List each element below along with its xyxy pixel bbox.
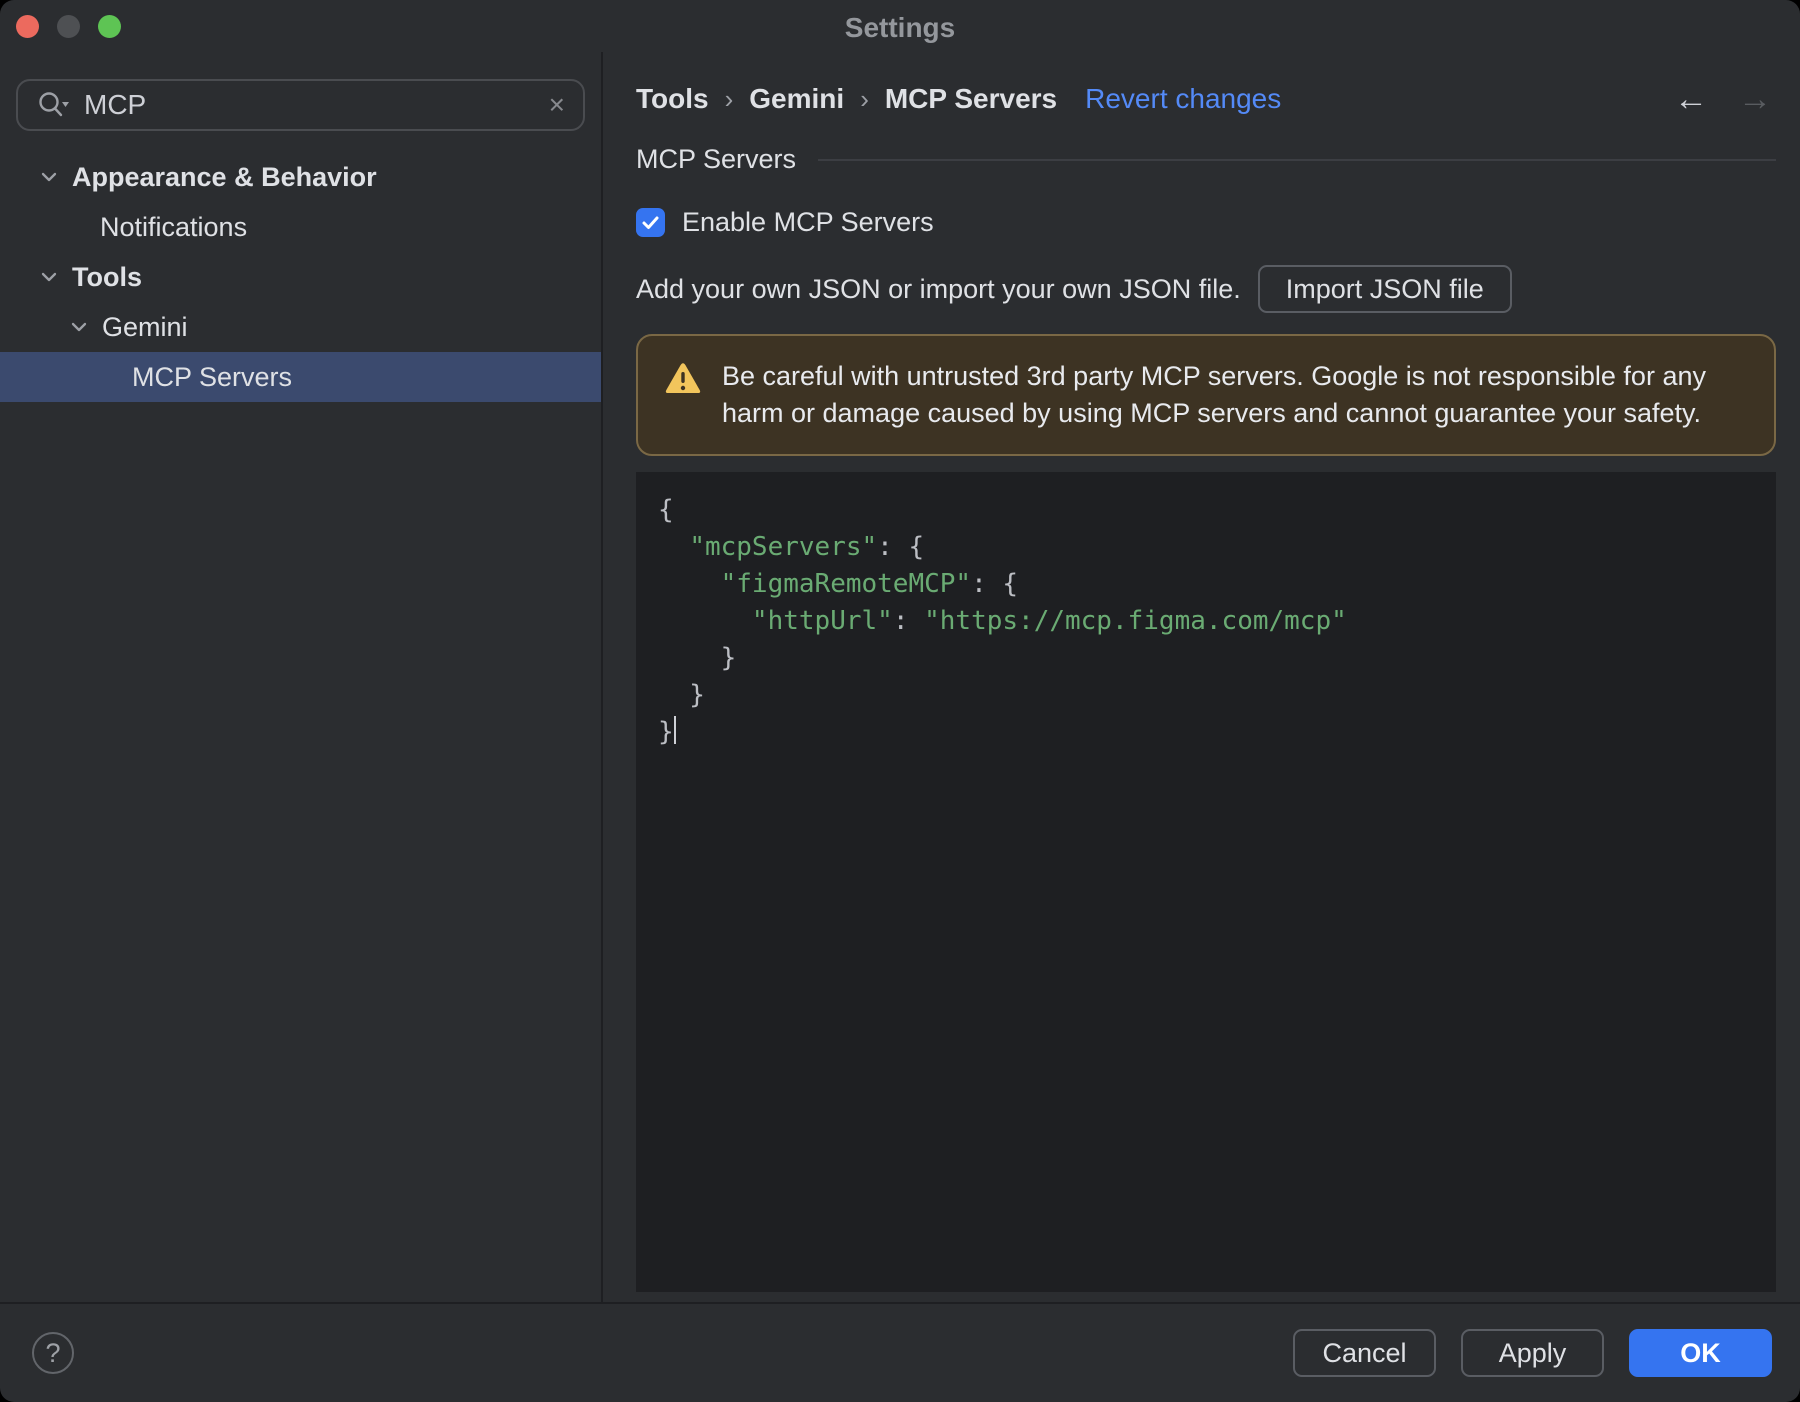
chevron-down-icon[interactable] [36, 164, 62, 190]
enable-mcp-row: Enable MCP Servers [636, 207, 1776, 238]
import-description: Add your own JSON or import your own JSO… [636, 273, 1241, 304]
history-nav: ← → [1674, 82, 1776, 116]
breadcrumb-separator: › [860, 83, 869, 114]
code-token: } [658, 717, 674, 747]
sidebar-item-notifications[interactable]: Notifications [0, 202, 601, 252]
settings-window: Settings × [0, 0, 1800, 1402]
forward-icon[interactable]: → [1738, 82, 1772, 116]
clear-search-icon[interactable]: × [549, 91, 565, 119]
warning-line-2: harm or damage caused by using MCP serve… [722, 398, 1702, 428]
code-token: : [877, 532, 909, 562]
sidebar-item-label: Tools [72, 261, 142, 292]
code-token: { [908, 532, 925, 562]
checkmark-icon [642, 216, 659, 229]
code-token: } [658, 680, 705, 710]
back-icon[interactable]: ← [1674, 82, 1708, 116]
text-cursor [673, 716, 676, 744]
chevron-down-icon[interactable] [36, 264, 62, 290]
warning-banner: Be careful with untrusted 3rd party MCP … [636, 334, 1776, 456]
sidebar-item-label: Notifications [100, 211, 248, 242]
sidebar-item-mcp-servers[interactable]: MCP Servers [0, 352, 601, 402]
sidebar-item-appearance-behavior[interactable]: Appearance & Behavior [0, 152, 601, 202]
code-token: "https://mcp.figma.com/mcp" [924, 606, 1347, 636]
search-input[interactable] [84, 89, 549, 121]
warning-text: Be careful with untrusted 3rd party MCP … [722, 358, 1706, 432]
apply-button[interactable]: Apply [1461, 1329, 1604, 1377]
code-token: "figmaRemoteMCP" [720, 569, 972, 599]
breadcrumb-gemini[interactable]: Gemini [749, 83, 844, 115]
section-title: MCP Servers [636, 144, 797, 174]
revert-changes-link[interactable]: Revert changes [1085, 83, 1281, 115]
section-divider [818, 158, 1776, 161]
sidebar-item-label: Appearance & Behavior [72, 161, 377, 192]
help-icon[interactable]: ? [32, 1332, 74, 1374]
import-json-button[interactable]: Import JSON file [1257, 265, 1512, 313]
breadcrumb-tools[interactable]: Tools [636, 83, 709, 115]
warning-line-1: Be careful with untrusted 3rd party MCP … [722, 361, 1706, 391]
window-title: Settings [844, 12, 956, 43]
settings-tree: Appearance & Behavior Notifications Tool… [0, 152, 601, 402]
code-token: "httpUrl" [751, 606, 893, 636]
json-editor[interactable]: { "mcpServers": { "figmaRemoteMCP": { "h… [636, 472, 1776, 1292]
sidebar-item-gemini[interactable]: Gemini [0, 302, 601, 352]
breadcrumb-mcp-servers[interactable]: MCP Servers [885, 83, 1057, 115]
code-token: : [971, 569, 1003, 599]
import-row: Add your own JSON or import your own JSO… [636, 265, 1776, 313]
sidebar-item-label: Gemini [102, 311, 188, 342]
titlebar: Settings [0, 0, 1800, 52]
cancel-button[interactable]: Cancel [1293, 1329, 1436, 1377]
enable-mcp-label: Enable MCP Servers [682, 207, 934, 237]
main-split: × Appearance & Behavior Notifications To [0, 52, 1800, 1302]
code-token: { [1002, 569, 1019, 599]
search-icon[interactable] [36, 90, 70, 120]
sidebar: × Appearance & Behavior Notifications To [0, 52, 603, 1302]
code-token: : [892, 606, 925, 636]
section-header: MCP Servers [636, 144, 1776, 175]
chevron-down-icon[interactable] [66, 314, 92, 340]
json-code: { "mcpServers": { "figmaRemoteMCP": { "h… [658, 492, 1756, 751]
breadcrumb: Tools › Gemini › MCP Servers Revert chan… [636, 82, 1776, 116]
sidebar-item-label: MCP Servers [132, 361, 293, 392]
code-token: } [658, 643, 737, 673]
code-token: { [658, 495, 674, 525]
sidebar-item-tools[interactable]: Tools [0, 252, 601, 302]
code-token: "mcpServers" [689, 532, 878, 562]
content-panel: Tools › Gemini › MCP Servers Revert chan… [603, 52, 1800, 1302]
ok-button[interactable]: OK [1629, 1329, 1772, 1377]
warning-icon [664, 362, 702, 401]
enable-mcp-checkbox[interactable] [636, 208, 665, 237]
footer-bar: ? Cancel Apply OK [0, 1302, 1800, 1402]
search-box[interactable]: × [16, 79, 585, 131]
breadcrumb-separator: › [724, 83, 734, 114]
